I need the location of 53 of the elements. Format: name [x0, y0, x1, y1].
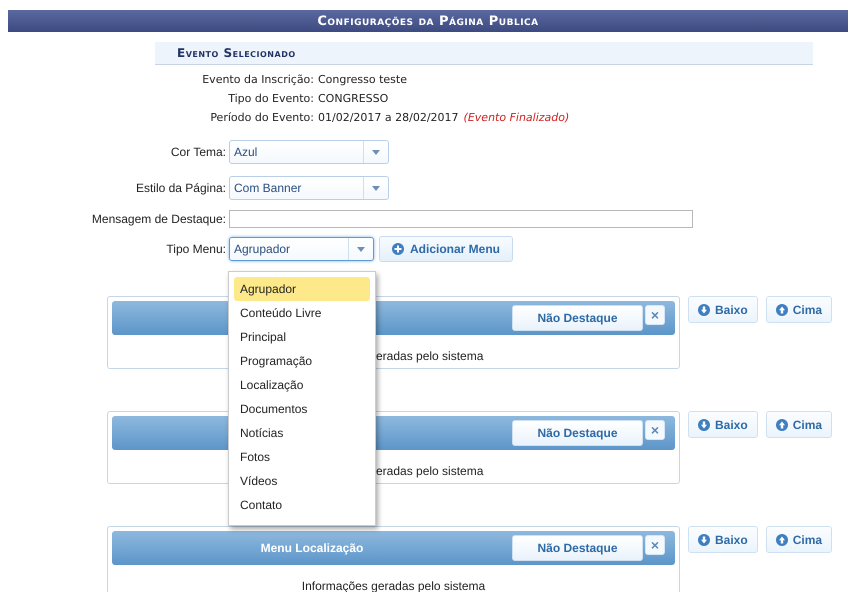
- caret-icon: [372, 150, 380, 154]
- down-arrow-icon: [698, 304, 710, 316]
- close-button[interactable]: ×: [645, 420, 665, 440]
- section-title: Evento Selecionado: [155, 42, 813, 65]
- message-input[interactable]: [229, 210, 693, 228]
- dropdown-option[interactable]: Vídeos: [234, 469, 370, 493]
- close-button[interactable]: ×: [645, 305, 665, 325]
- highlight-button[interactable]: Não Destaque: [512, 535, 643, 561]
- field-value: 01/02/2017 a 28/02/2017: [318, 111, 459, 124]
- down-arrow-icon: [698, 418, 710, 430]
- field-value: CONGRESSO: [318, 92, 388, 105]
- panel-text: eradas pelo sistema: [376, 349, 484, 363]
- style-select[interactable]: Com Banner: [229, 176, 389, 200]
- down-button[interactable]: Baixo: [688, 296, 758, 323]
- field-label: Evento da Inscrição:: [201, 73, 314, 86]
- up-arrow-icon: [776, 418, 788, 430]
- up-button[interactable]: Cima: [766, 296, 832, 323]
- field-label: Tipo do Evento:: [227, 92, 314, 105]
- dropdown-option[interactable]: Notícias: [234, 421, 370, 445]
- field-label: Cor Tema:: [170, 145, 226, 159]
- page-header: Configurações da Página Publica: [8, 10, 848, 32]
- caret-icon: [372, 186, 380, 190]
- field-label: Mensagem de Destaque:: [90, 212, 226, 226]
- dropdown-option[interactable]: Contato: [234, 493, 370, 517]
- highlight-button[interactable]: Não Destaque: [512, 305, 643, 331]
- add-menu-button[interactable]: Adicionar Menu: [379, 236, 514, 262]
- up-arrow-icon: [776, 534, 788, 546]
- dropdown-option[interactable]: Principal: [234, 325, 370, 349]
- theme-select[interactable]: Azul: [229, 140, 389, 164]
- dropdown-option[interactable]: Localização: [234, 373, 370, 397]
- down-button[interactable]: Baixo: [688, 411, 758, 438]
- caret-icon: [357, 246, 365, 252]
- field-label: Período do Evento:: [209, 111, 314, 124]
- up-arrow-icon: [776, 304, 788, 316]
- field-value: Congresso teste: [318, 73, 407, 86]
- field-label: Estilo da Página:: [134, 181, 226, 195]
- down-arrow-icon: [698, 534, 710, 546]
- dropdown-option[interactable]: Fotos: [234, 445, 370, 469]
- panel-text: eradas pelo sistema: [376, 464, 484, 478]
- plus-icon: [392, 243, 404, 255]
- panel-title: Menu Localização: [260, 541, 364, 555]
- highlight-button[interactable]: Não Destaque: [512, 420, 643, 446]
- status-note: (Evento Finalizado): [464, 111, 570, 124]
- menu-type-select[interactable]: Agrupador: [229, 237, 374, 261]
- up-button[interactable]: Cima: [766, 526, 832, 553]
- down-button[interactable]: Baixo: [688, 526, 758, 553]
- dropdown-option[interactable]: Conteúdo Livre: [234, 301, 370, 325]
- dropdown-option[interactable]: Documentos: [234, 397, 370, 421]
- up-button[interactable]: Cima: [766, 411, 832, 438]
- close-button[interactable]: ×: [645, 535, 665, 555]
- dropdown-option[interactable]: Agrupador: [234, 277, 370, 301]
- field-label: Tipo Menu:: [165, 242, 226, 256]
- dropdown-option[interactable]: Programação: [234, 349, 370, 373]
